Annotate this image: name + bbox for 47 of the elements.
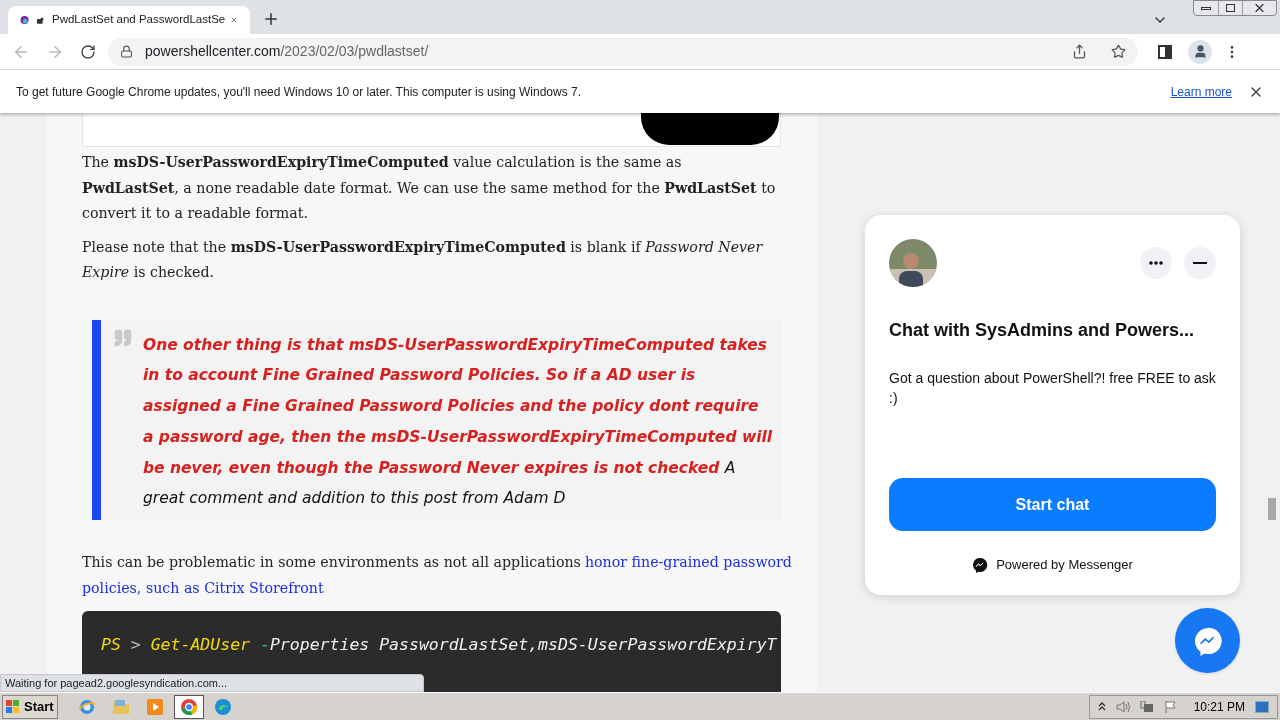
more-icon [1149, 261, 1163, 265]
messenger-icon [972, 556, 989, 573]
flag-icon[interactable] [1163, 700, 1178, 713]
profile-icon[interactable] [1188, 39, 1212, 64]
windows-icon [6, 699, 20, 714]
start-button[interactable]: Start [2, 694, 58, 719]
scrollbar-thumb[interactable] [1268, 498, 1276, 520]
quote-text: One other thing is that msDS-UserPasswordExpiryTimeComputed takes in to account Fine Grained Password Policies. So if a AD user is assigned a Fine Grained Password Policies and the policy dont require a password age, then the msDS-UserPasswordExpiryTimeComputed will be never, even though the Password Never expires is not checked A great comment and addition to this post from Adam D [143, 334, 774, 510]
chat-title: Chat with SysAdmins and Powers... [889, 319, 1196, 342]
start-chat-button[interactable]: Start chat [889, 478, 1216, 531]
globe-icon [77, 697, 96, 716]
code-line: PS > Get-ADUser -Properties PasswordLastSet,msDS-UserPasswordExpiryT [101, 635, 777, 655]
bookmark-icon[interactable] [1111, 44, 1126, 59]
play-icon [145, 697, 164, 716]
browser-tab[interactable]: PwdLastSet and PasswordLastSe [8, 6, 250, 34]
minimize-icon [1193, 262, 1207, 264]
lock-icon [120, 45, 133, 58]
policies-link[interactable]: honor fine-grained password [584, 550, 792, 576]
show-desktop-button[interactable] [1255, 700, 1269, 713]
status-bubble: Waiting for pagead2.googlesyndication.com... [0, 674, 424, 692]
messenger-icon [1192, 625, 1223, 656]
share-icon[interactable] [1072, 44, 1087, 59]
browser-icon [179, 697, 198, 716]
paragraph: Please note that the msDS-UserPasswordExpiryTimeComputed is blank if Password Never Expire is checked. [82, 237, 764, 282]
infobar-message: To get future Google Chrome updates, you'll need Windows 10 or later. This computer is using Windows 7. [16, 83, 583, 101]
clock: 10:21 PM [1193, 698, 1245, 716]
minimize-button[interactable] [1184, 247, 1216, 279]
policies-link[interactable]: policies, such as Citrix Storefront [82, 575, 324, 602]
speaker-icon[interactable] [1115, 700, 1130, 713]
side-panel-icon[interactable] [1158, 44, 1172, 59]
quote-icon [113, 327, 133, 348]
network-icon[interactable] [1139, 700, 1154, 713]
url-text: powershellcenter.com/2023/02/03/pwdlastset/ [145, 42, 430, 61]
paragraph: This can be problematic in some environments as not all applications [82, 553, 581, 573]
folder-icon [111, 698, 130, 715]
powered-by-text: Powered by Messenger [996, 556, 1133, 574]
messenger-button[interactable] [1175, 608, 1240, 673]
more-button[interactable] [1140, 247, 1172, 279]
taskbar-app[interactable] [173, 694, 204, 719]
wave-icon [213, 697, 232, 716]
chevron-up-icon[interactable] [1097, 702, 1106, 711]
paragraph: The msDS-UserPasswordExpiryTimeComputed value calculation is the same as PwdLastSet, a none readable date format. We can use the same method for the PwdLastSet to convert it to a readable format. [82, 153, 777, 223]
chat-message: Got a question about PowerShell?! free FREE to ask :) [889, 369, 1216, 408]
new-tab-icon[interactable] [262, 10, 280, 28]
learn-more-link[interactable]: Learn more [1170, 82, 1232, 101]
reload-icon[interactable] [80, 43, 96, 60]
address-bar[interactable]: powershellcenter.com/2023/02/03/pwdlastset/ [108, 37, 1138, 66]
